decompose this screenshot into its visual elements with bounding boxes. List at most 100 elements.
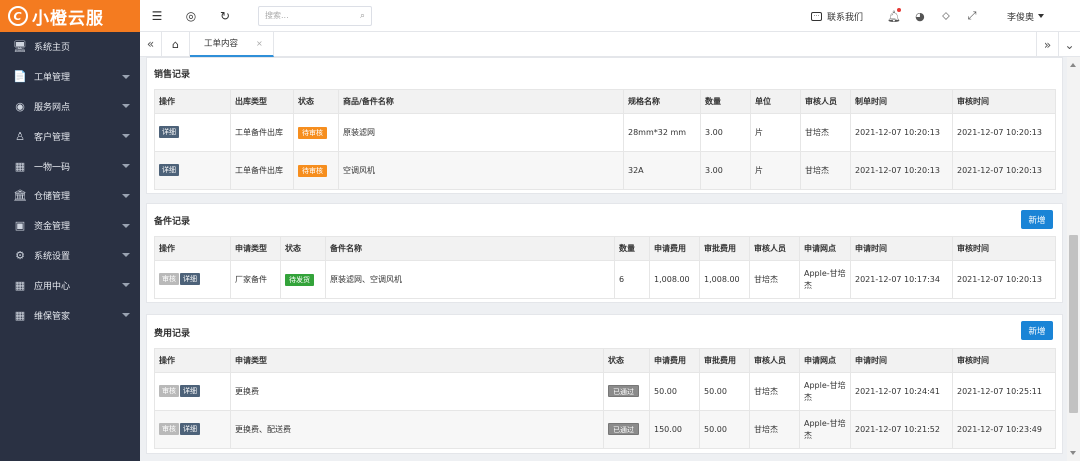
- spare-parts-records-table: 操作 申请类型 状态 备件名称 数量 申请费用 审批费用 审核人员 申请网点 申请时间 审核时间 审…: [154, 236, 1056, 299]
- bank-icon: 🏛: [13, 189, 27, 203]
- scroll-down-icon[interactable]: [1070, 451, 1076, 455]
- tab-label: 工单内容: [204, 39, 239, 49]
- column-header: 申请类型: [230, 348, 604, 373]
- detail-button[interactable]: 详细: [159, 126, 179, 139]
- logo-mark-icon: C: [8, 6, 28, 26]
- sidebar-item-9[interactable]: ▦ 应用中心: [0, 270, 140, 300]
- reviewer-cell: 甘培杰: [800, 113, 851, 152]
- column-header: 申请网点: [799, 236, 851, 261]
- chevron-down-icon: [122, 313, 130, 318]
- table-row: 审核 详细 厂家备件 待发货 原装滤网、空调风机 6 1,008.00 1,008.00 甘培杰…: [154, 260, 1056, 299]
- sales-records-title: 销售记录: [154, 70, 191, 80]
- add-spare-part-button[interactable]: 新增: [1021, 210, 1053, 229]
- column-header: 状态: [603, 348, 650, 373]
- applied-time-cell: 2021-12-07 10:24:41: [850, 372, 953, 411]
- detail-button[interactable]: 详细: [180, 423, 200, 436]
- review-button[interactable]: 审核: [159, 273, 179, 286]
- add-fee-button[interactable]: 新增: [1021, 321, 1053, 340]
- tab-dropdown-icon[interactable]: ⌄: [1058, 32, 1080, 57]
- user-icon: ♙: [15, 129, 25, 143]
- approve-fee-cell: 1,008.00: [699, 260, 750, 299]
- sidebar-item-10[interactable]: ▦ 维保管家: [0, 300, 140, 330]
- created-time-cell: 2021-12-07 10:20:13: [850, 151, 953, 190]
- review-button[interactable]: 审核: [159, 385, 179, 398]
- chevron-down-icon: [122, 193, 130, 198]
- spare-parts-records-title: 备件记录: [154, 217, 191, 227]
- tab-scroll-right-icon[interactable]: »: [1036, 32, 1058, 57]
- column-header: 审批费用: [699, 236, 750, 261]
- palette-icon[interactable]: ◕: [907, 10, 933, 23]
- outlet-cell: Apple-甘培杰: [799, 410, 851, 449]
- column-header: 商品/备件名称: [338, 89, 624, 114]
- column-header: 申请网点: [799, 348, 851, 373]
- sidebar-item-label: 应用中心: [34, 281, 71, 292]
- tab-scroll-left-icon[interactable]: «: [140, 31, 162, 57]
- home-icon[interactable]: ⌂: [162, 31, 190, 57]
- scroll-up-icon[interactable]: [1070, 63, 1076, 67]
- bell-icon[interactable]: 🔔︎: [881, 7, 907, 23]
- sidebar-item-1[interactable]: 🖥 系统主页: [0, 32, 140, 62]
- content-scrollbar[interactable]: [1067, 57, 1080, 461]
- refresh-icon[interactable]: ↻: [208, 9, 242, 23]
- tab-work-order-content[interactable]: 工单内容 ×: [190, 31, 274, 57]
- column-header: 数量: [700, 89, 751, 114]
- chevron-down-icon: [122, 283, 130, 288]
- scrollbar-thumb[interactable]: [1069, 235, 1078, 413]
- sidebar-item-label: 维保管家: [34, 311, 71, 322]
- search-icon[interactable]: ⌕: [360, 11, 365, 21]
- chat-icon: ···: [810, 11, 822, 21]
- close-icon[interactable]: ×: [256, 39, 263, 48]
- column-header: 审核人员: [749, 348, 800, 373]
- user-menu[interactable]: 李俊奥: [1007, 10, 1044, 23]
- sidebar-item-label: 工单管理: [34, 73, 71, 84]
- fullscreen-icon[interactable]: ⤢: [959, 9, 985, 23]
- sidebar-item-7[interactable]: ▣ 资金管理: [0, 211, 140, 241]
- column-header: 制单时间: [850, 89, 953, 114]
- status-cell: 已通过: [603, 372, 650, 411]
- monitor-icon: 🖥: [13, 40, 27, 54]
- column-header: 审核时间: [952, 89, 1056, 114]
- menu-toggle-icon[interactable]: ☰: [140, 9, 174, 23]
- column-header: 操作: [154, 236, 231, 261]
- table-header-row: 操作 申请类型 状态 备件名称 数量 申请费用 审批费用 审核人员 申请网点 申请时间 审核时间: [154, 236, 1056, 261]
- product-name-cell: 原装滤网: [338, 113, 624, 152]
- sidebar-item-4[interactable]: ♙ 客户管理: [0, 121, 140, 151]
- tab-bar-right: » ⌄: [1036, 32, 1080, 57]
- apply-type-cell: 厂家备件: [230, 260, 281, 299]
- tag-icon[interactable]: ⬦: [933, 9, 959, 23]
- gear-icon: ⚙: [15, 248, 25, 262]
- status-badge: 待审核: [298, 126, 327, 139]
- spec-cell: 28mm*32 mm: [623, 113, 701, 152]
- table-row: 详细 工单备件出库 待审核 空调风机 32A 3.00 片甘培杰 2021-12-07 10:…: [154, 151, 1056, 190]
- review-button[interactable]: 审核: [159, 423, 179, 436]
- outbound-type-cell: 工单备件出库: [230, 151, 294, 190]
- outbound-type-cell: 工单备件出库: [230, 113, 294, 152]
- apply-fee-cell: 1,008.00: [649, 260, 700, 299]
- search-input[interactable]: [265, 11, 350, 20]
- logo-text: 小橙云服: [32, 8, 104, 29]
- table-header-row: 操作 出库类型 状态 商品/备件名称 规格名称 数量 单位 审核人员 制单时间 审核时间: [154, 89, 1056, 114]
- column-header: 操作: [154, 89, 231, 114]
- logo[interactable]: C 小橙云服: [0, 0, 140, 32]
- actions-cell: 审核 详细: [154, 410, 231, 449]
- sidebar-item-3[interactable]: ◉ 服务网点: [0, 92, 140, 122]
- sidebar-item-6[interactable]: 🏛 仓储管理: [0, 181, 140, 211]
- actions-cell: 详细: [154, 151, 231, 190]
- sidebar-item-2[interactable]: 📄 工单管理: [0, 62, 140, 92]
- globe-icon[interactable]: ◎: [174, 9, 208, 23]
- contact-us-button[interactable]: ··· 联系我们: [810, 10, 863, 23]
- detail-button[interactable]: 详细: [180, 385, 200, 398]
- quantity-cell: 3.00: [700, 113, 751, 152]
- detail-button[interactable]: 详细: [180, 273, 200, 286]
- contact-us-label: 联系我们: [826, 12, 863, 23]
- sidebar-item-5[interactable]: ▦ 一物一码: [0, 151, 140, 181]
- detail-button[interactable]: 详细: [159, 164, 179, 177]
- sidebar-item-8[interactable]: ⚙ 系统设置: [0, 241, 140, 271]
- chevron-down-icon: [122, 253, 130, 258]
- column-header: 操作: [154, 348, 231, 373]
- table-row: 详细 工单备件出库 待审核 原装滤网 28mm*32 mm 3.00 片甘培杰 2021-12…: [154, 113, 1056, 152]
- search-box: ⌕: [258, 5, 372, 26]
- spare-name-cell: 原装滤网、空调风机: [325, 260, 615, 299]
- column-header: 申请类型: [230, 236, 281, 261]
- column-header: 审核时间: [952, 236, 1056, 261]
